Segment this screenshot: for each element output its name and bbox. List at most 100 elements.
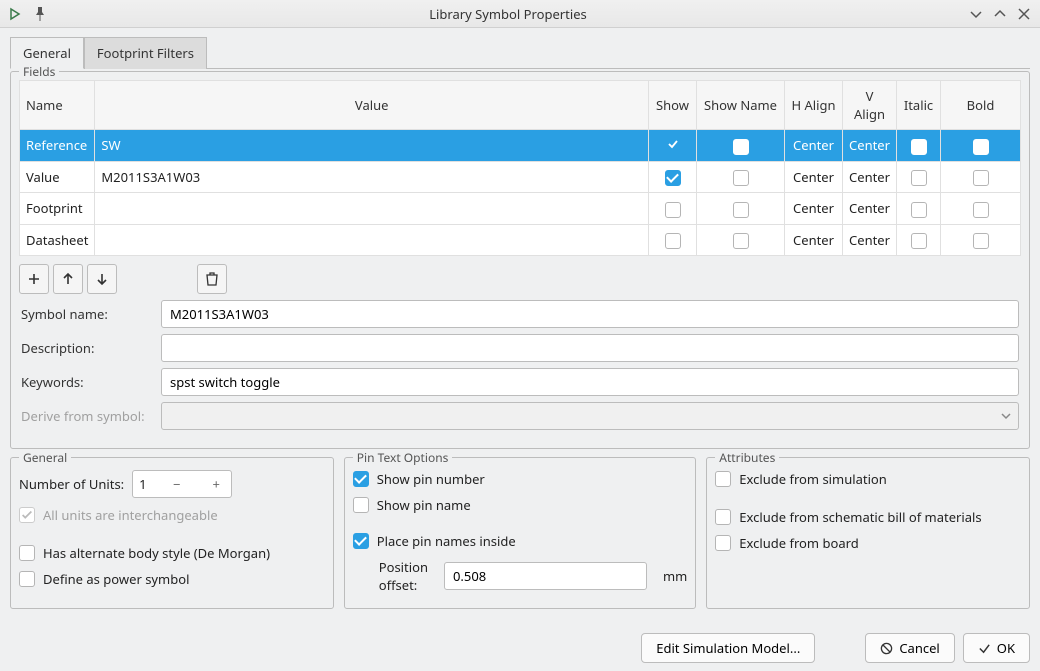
keywords-row: Keywords:: [21, 368, 1019, 396]
tab-footprint-filters[interactable]: Footprint Filters: [84, 37, 207, 69]
cell-value[interactable]: [95, 224, 649, 256]
power-checkbox[interactable]: [19, 571, 35, 587]
close-icon[interactable]: [1016, 6, 1032, 22]
general-legend: General: [19, 449, 71, 466]
cell-showname[interactable]: [697, 224, 785, 256]
col-bold[interactable]: Bold: [941, 81, 1021, 130]
derive-row: Derive from symbol:: [21, 402, 1019, 430]
cell-value[interactable]: M2011S3A1W03: [95, 161, 649, 193]
col-name[interactable]: Name: [20, 81, 95, 130]
col-show[interactable]: Show: [649, 81, 697, 130]
show-pin-name-checkbox[interactable]: [353, 497, 369, 513]
units-spinner[interactable]: 1 − +: [132, 470, 232, 498]
italic-checkbox[interactable]: [911, 139, 927, 155]
cell-italic[interactable]: [897, 193, 941, 225]
cell-halign[interactable]: Center: [785, 161, 843, 193]
titlebar: Library Symbol Properties: [0, 0, 1040, 28]
cell-show[interactable]: [649, 224, 697, 256]
cell-italic[interactable]: [897, 161, 941, 193]
alt-body-checkbox[interactable]: [19, 545, 35, 561]
delete-field-button[interactable]: [197, 264, 227, 294]
bold-checkbox[interactable]: [973, 170, 989, 186]
cell-show[interactable]: [649, 193, 697, 225]
cell-valign[interactable]: Center: [843, 161, 897, 193]
italic-checkbox[interactable]: [911, 233, 927, 249]
cell-halign[interactable]: Center: [785, 224, 843, 256]
keywords-input[interactable]: [161, 368, 1019, 396]
ok-label: OK: [997, 639, 1015, 657]
attrs-legend: Attributes: [715, 449, 779, 466]
col-valign[interactable]: V Align: [843, 81, 897, 130]
keywords-label: Keywords:: [21, 373, 161, 391]
cell-bold[interactable]: [941, 161, 1021, 193]
cell-halign[interactable]: Center: [785, 193, 843, 225]
table-row[interactable]: Datasheet CenterCenter: [20, 224, 1021, 256]
fields-table[interactable]: Name Value Show Show Name H Align V Alig…: [19, 80, 1021, 256]
cell-valign[interactable]: Center: [843, 224, 897, 256]
excl-board-label: Exclude from board: [739, 534, 858, 552]
show-checkbox[interactable]: [665, 170, 681, 186]
cell-name[interactable]: Footprint: [20, 193, 95, 225]
excl-bom-checkbox[interactable]: [715, 509, 731, 525]
show-name-checkbox[interactable]: [733, 202, 749, 218]
col-showname[interactable]: Show Name: [697, 81, 785, 130]
cell-bold[interactable]: [941, 224, 1021, 256]
excl-board-checkbox[interactable]: [715, 535, 731, 551]
place-inside-row: Place pin names inside: [353, 528, 688, 554]
power-label: Define as power symbol: [43, 570, 189, 588]
cell-name[interactable]: Reference: [20, 130, 95, 162]
col-halign[interactable]: H Align: [785, 81, 843, 130]
symbol-name-input[interactable]: [161, 300, 1019, 328]
table-row[interactable]: ValueM2011S3A1W03 CenterCenter: [20, 161, 1021, 193]
units-increment[interactable]: +: [207, 475, 225, 493]
cell-showname[interactable]: [697, 193, 785, 225]
table-row[interactable]: ReferenceSW CenterCenter: [20, 130, 1021, 162]
show-pin-num-checkbox[interactable]: [353, 471, 369, 487]
show-name-checkbox[interactable]: [733, 170, 749, 186]
show-checkbox[interactable]: [665, 233, 681, 249]
cell-italic[interactable]: [897, 130, 941, 162]
place-inside-checkbox[interactable]: [353, 533, 369, 549]
cell-valign[interactable]: Center: [843, 193, 897, 225]
italic-checkbox[interactable]: [911, 202, 927, 218]
excl-sim-checkbox[interactable]: [715, 471, 731, 487]
cell-name[interactable]: Value: [20, 161, 95, 193]
ok-button[interactable]: OK: [963, 633, 1030, 663]
cell-value[interactable]: [95, 193, 649, 225]
edit-sim-model-button[interactable]: Edit Simulation Model...: [641, 633, 815, 663]
italic-checkbox[interactable]: [911, 170, 927, 186]
show-name-checkbox[interactable]: [733, 139, 749, 155]
minimize-icon[interactable]: [968, 6, 984, 22]
show-checkbox[interactable]: [665, 202, 681, 218]
add-field-button[interactable]: [19, 264, 49, 294]
cell-valign[interactable]: Center: [843, 130, 897, 162]
maximize-icon[interactable]: [992, 6, 1008, 22]
offset-input[interactable]: [444, 562, 647, 590]
fields-group: Fields Name Value Show Show Name H Align…: [10, 71, 1030, 449]
cell-bold[interactable]: [941, 193, 1021, 225]
table-row[interactable]: Footprint CenterCenter: [20, 193, 1021, 225]
cell-name[interactable]: Datasheet: [20, 224, 95, 256]
show-name-checkbox[interactable]: [733, 233, 749, 249]
pin-icon[interactable]: [32, 6, 48, 22]
col-value[interactable]: Value: [95, 81, 649, 130]
cell-showname[interactable]: [697, 161, 785, 193]
cell-showname[interactable]: [697, 130, 785, 162]
cell-show[interactable]: [649, 130, 697, 162]
description-input[interactable]: [161, 334, 1019, 362]
cell-italic[interactable]: [897, 224, 941, 256]
units-decrement[interactable]: −: [168, 475, 186, 493]
symbol-name-row: Symbol name:: [21, 300, 1019, 328]
cell-show[interactable]: [649, 161, 697, 193]
bold-checkbox[interactable]: [973, 202, 989, 218]
cancel-button[interactable]: Cancel: [865, 633, 954, 663]
cell-value[interactable]: SW: [95, 130, 649, 162]
move-down-button[interactable]: [87, 264, 117, 294]
col-italic[interactable]: Italic: [897, 81, 941, 130]
bold-checkbox[interactable]: [973, 139, 989, 155]
cell-bold[interactable]: [941, 130, 1021, 162]
bold-checkbox[interactable]: [973, 233, 989, 249]
cell-halign[interactable]: Center: [785, 130, 843, 162]
table-header-row: Name Value Show Show Name H Align V Alig…: [20, 81, 1021, 130]
move-up-button[interactable]: [53, 264, 83, 294]
